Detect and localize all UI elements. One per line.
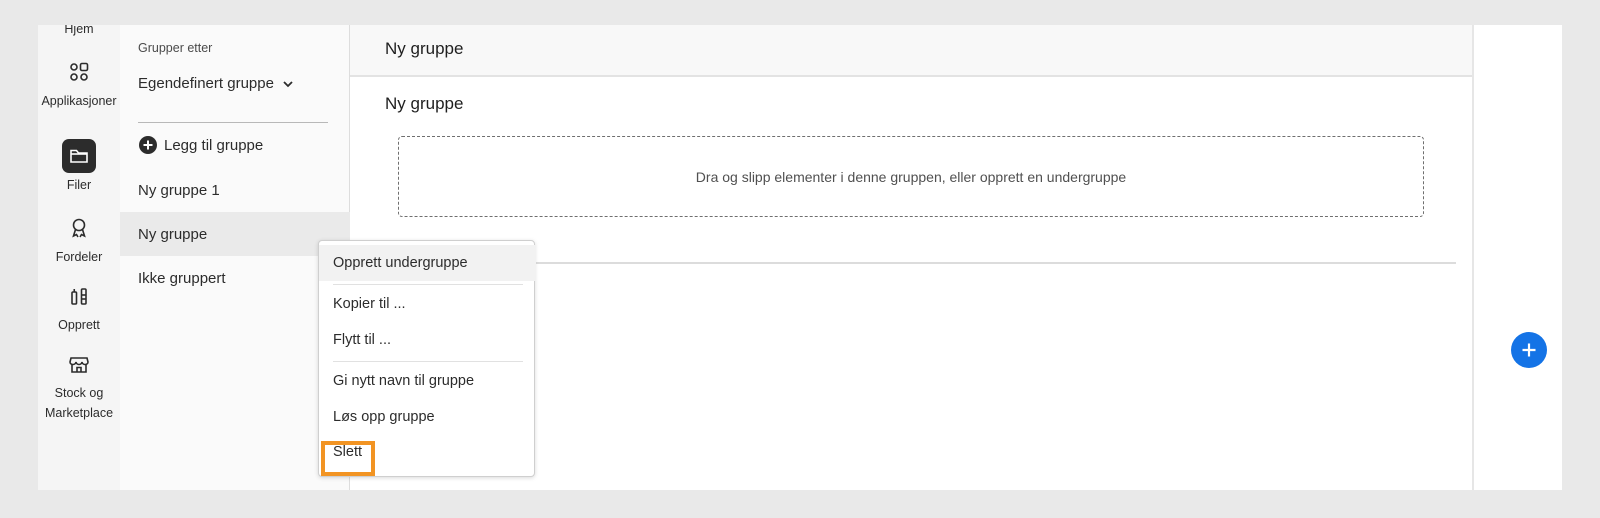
groups-panel: Grupper etter Egendefinert gruppe Legg t… bbox=[120, 25, 350, 490]
drop-zone[interactable]: Dra og slipp elementer i denne gruppen, … bbox=[398, 136, 1424, 217]
rail-item-benefits[interactable]: Fordeler bbox=[38, 211, 120, 267]
main-header: Ny gruppe bbox=[350, 25, 1474, 77]
rail-item-label: Applikasjoner bbox=[41, 94, 117, 108]
folder-icon bbox=[62, 139, 96, 173]
rail-item-label: Fordeler bbox=[55, 250, 103, 264]
apps-icon bbox=[62, 55, 96, 89]
menu-item-rename-group[interactable]: Gi nytt navn til gruppe bbox=[319, 363, 536, 399]
highlight-box bbox=[321, 441, 375, 476]
rail-item-stock-marketplace[interactable]: Stock og Marketplace bbox=[38, 347, 120, 423]
group-section-title[interactable]: Ny gruppe bbox=[385, 94, 463, 114]
rail-item-label: Stock og Marketplace bbox=[44, 386, 114, 420]
menu-item-move-to[interactable]: Flytt til ... bbox=[319, 322, 536, 358]
menu-separator bbox=[333, 361, 523, 362]
group-item-selected[interactable]: Ny gruppe bbox=[120, 212, 350, 256]
add-fab-button[interactable] bbox=[1511, 332, 1547, 368]
add-group-label: Legg til gruppe bbox=[164, 136, 264, 154]
add-group-button[interactable]: Legg til gruppe bbox=[138, 135, 263, 155]
drop-zone-text: Dra og slipp elementer i denne gruppen, … bbox=[695, 168, 1127, 185]
rail-item-create[interactable]: Opprett bbox=[38, 279, 120, 335]
group-item-label: Ikke gruppert bbox=[138, 269, 226, 287]
group-by-label: Grupper etter bbox=[138, 41, 213, 55]
app-window: Hjem Applikasjoner Filer Fordeler Oppret… bbox=[38, 25, 1562, 490]
ribbon-icon bbox=[62, 211, 96, 245]
menu-separator bbox=[333, 284, 523, 285]
rail-item-label: Filer bbox=[66, 178, 92, 192]
menu-item-label: Opprett undergruppe bbox=[333, 255, 468, 271]
add-circle-icon bbox=[139, 136, 157, 154]
group-by-dropdown[interactable]: Egendefinert gruppe bbox=[138, 75, 294, 92]
menu-item-label: Flytt til ... bbox=[333, 332, 391, 348]
chevron-down-icon bbox=[283, 80, 293, 87]
group-item[interactable]: Ny gruppe 1 bbox=[120, 168, 350, 212]
rail-item-label: Opprett bbox=[58, 318, 100, 332]
menu-item-label: Gi nytt navn til gruppe bbox=[333, 373, 475, 389]
group-item-label: Ny gruppe bbox=[138, 225, 208, 243]
storefront-icon bbox=[62, 347, 96, 381]
left-rail: Hjem Applikasjoner Filer Fordeler Oppret… bbox=[38, 25, 120, 490]
section-divider bbox=[398, 262, 1456, 264]
group-by-value: Egendefinert gruppe bbox=[138, 75, 274, 92]
menu-item-ungroup[interactable]: Løs opp gruppe bbox=[319, 399, 536, 435]
rail-item-label: Hjem bbox=[64, 25, 94, 36]
menu-item-label: Løs opp gruppe bbox=[333, 409, 435, 425]
menu-item-create-subgroup[interactable]: Opprett undergruppe bbox=[319, 245, 536, 281]
group-item-ungrouped[interactable]: Ikke gruppert bbox=[120, 256, 350, 300]
page-title: Ny gruppe bbox=[385, 39, 464, 58]
rail-item-home[interactable]: Hjem bbox=[38, 25, 120, 39]
create-tools-icon bbox=[62, 279, 96, 313]
menu-item-copy-to[interactable]: Kopier til ... bbox=[319, 286, 536, 322]
group-context-menu: Opprett undergruppe Kopier til ... Flytt… bbox=[318, 240, 536, 477]
rail-item-apps[interactable]: Applikasjoner bbox=[38, 55, 120, 111]
menu-item-label: Kopier til ... bbox=[333, 296, 406, 312]
main-edge-divider bbox=[1472, 25, 1474, 490]
group-item-label: Ny gruppe 1 bbox=[138, 181, 220, 199]
plus-icon bbox=[1522, 343, 1536, 357]
rail-item-files[interactable]: Filer bbox=[38, 139, 120, 195]
groups-divider bbox=[138, 122, 328, 123]
